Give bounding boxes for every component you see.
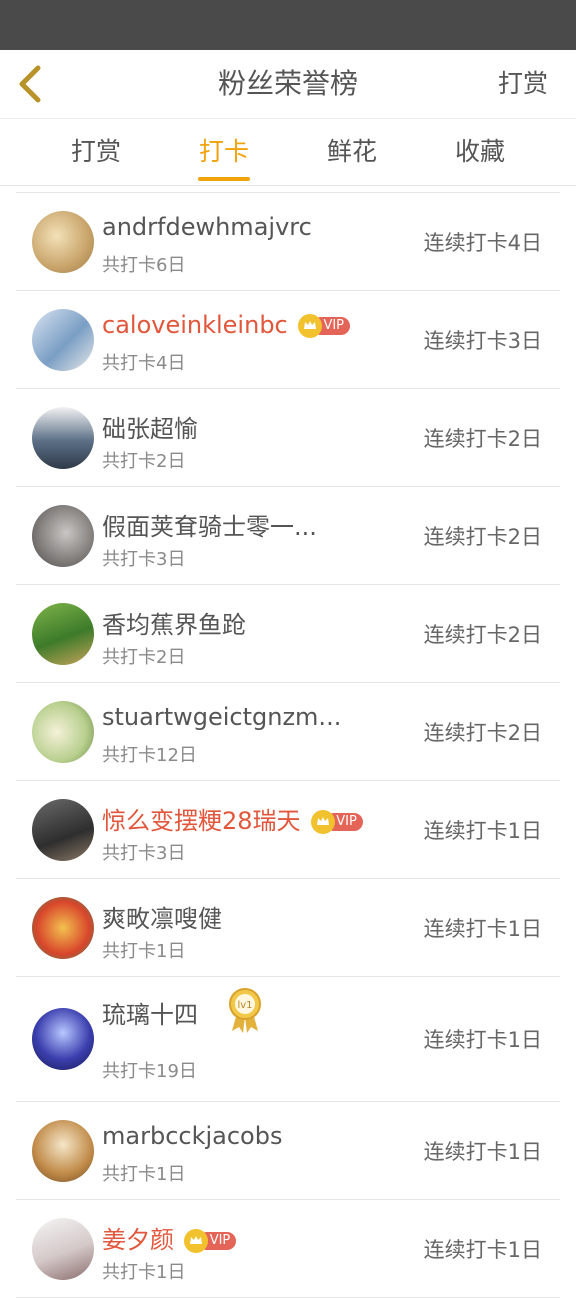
avatar[interactable] [32, 308, 94, 371]
avatar[interactable] [32, 1008, 94, 1070]
list-item[interactable]: 假面荚耷骑士零一... 共打卡3日 连续打卡2日 [16, 487, 560, 585]
total-checkin-days: 共打卡2日 [102, 647, 186, 668]
tab-active-indicator [198, 177, 250, 181]
total-checkin-days: 共打卡4日 [102, 353, 186, 374]
level-medal-icon: lv1 [228, 987, 262, 1033]
avatar[interactable] [32, 1119, 94, 1182]
avatar[interactable] [32, 700, 94, 763]
user-name: 爽畋凛嗖健 [102, 899, 222, 934]
tab-checkin[interactable]: 打卡 [174, 119, 274, 185]
reward-button[interactable]: 打赏 [498, 50, 548, 118]
vip-badge: VIP [184, 1229, 236, 1253]
list-item[interactable]: 姜夕颜 VIP 共打卡1日 连续打卡1日 [16, 1200, 560, 1298]
avatar[interactable] [32, 602, 94, 665]
user-name-text: caloveinkleinbc [102, 311, 288, 339]
user-name-text: 琉璃十四 [102, 1001, 198, 1029]
avatar[interactable] [32, 210, 94, 273]
streak-days: 连续打卡1日 [423, 916, 542, 941]
streak-days: 连续打卡2日 [423, 426, 542, 451]
checkin-ranking-list: andrfdewhmajvrc 共打卡6日 连续打卡4日 caloveinkleinb… [16, 192, 560, 1298]
tab-reward[interactable]: 打赏 [46, 119, 146, 185]
streak-days: 连续打卡1日 [423, 818, 542, 843]
medal-level-label: lv1 [237, 1000, 252, 1011]
total-checkin-days: 共打卡6日 [102, 255, 186, 276]
avatar[interactable] [32, 1217, 94, 1280]
list-item[interactable]: marbcckjacobs 共打卡1日 连续打卡1日 [16, 1102, 560, 1200]
user-name-text: 爽畋凛嗖健 [102, 905, 222, 933]
streak-days: 连续打卡2日 [423, 622, 542, 647]
list-item[interactable]: caloveinkleinbc VIP 共打卡4日 连续打卡3日 [16, 291, 560, 389]
streak-days: 连续打卡2日 [423, 720, 542, 745]
streak-days: 连续打卡3日 [423, 328, 542, 353]
total-checkin-days: 共打卡2日 [102, 451, 186, 472]
total-checkin-days: 共打卡19日 [102, 1061, 197, 1082]
list-item[interactable]: 香均蕉界鱼跄共打卡2日 连续打卡2日 [16, 585, 560, 683]
user-name-text: 假面荚耷骑士零一... [102, 513, 317, 541]
user-name: 香均蕉界鱼跄 [102, 605, 246, 640]
tab-flowers[interactable]: 鲜花 [302, 119, 402, 185]
vip-badge: VIP [310, 810, 363, 834]
user-name: 础张超愉 [102, 409, 198, 444]
nav-bar: 粉丝荣誉榜 打赏 [0, 50, 576, 119]
streak-days: 连续打卡1日 [423, 1139, 542, 1164]
user-name-text: andrfdewhmajvrc [102, 213, 312, 241]
total-checkin-days: 共打卡1日 [102, 1262, 186, 1283]
page-title: 粉丝荣誉榜 [217, 67, 358, 100]
total-checkin-days: 共打卡3日 [102, 549, 186, 570]
user-name: caloveinkleinbc VIP [102, 311, 350, 339]
crown-icon [310, 810, 335, 834]
status-bar [0, 0, 576, 50]
user-name-text: marbcckjacobs [102, 1122, 283, 1150]
avatar[interactable] [32, 798, 94, 861]
vip-badge: VIP [297, 314, 350, 338]
list-item[interactable]: 惊么变摆粳28瑞天 VIP 共打卡3日 连续打卡1日 [16, 781, 560, 879]
user-name-text: 惊么变摆粳28瑞天 [102, 807, 301, 835]
streak-days: 连续打卡2日 [423, 524, 542, 549]
tab-label: 收藏 [454, 137, 505, 166]
user-name-text: 础张超愉 [102, 415, 198, 443]
tab-bar: 打赏 打卡 鲜花 收藏 [0, 119, 576, 186]
user-name: marbcckjacobs [102, 1122, 282, 1150]
user-name-text: 姜夕颜 [102, 1226, 174, 1254]
crown-icon [184, 1229, 208, 1253]
avatar[interactable] [32, 504, 94, 567]
list-item[interactable]: 础张超愉共打卡2日 连续打卡2日 [16, 389, 560, 487]
crown-icon [297, 314, 322, 338]
user-name-text: 香均蕉界鱼跄 [102, 611, 246, 639]
user-name: 惊么变摆粳28瑞天 VIP [102, 801, 363, 836]
user-name: stuartwgeictgnzm... [102, 703, 341, 731]
total-checkin-days: 共打卡3日 [102, 843, 186, 864]
tab-favorites[interactable]: 收藏 [430, 119, 530, 185]
avatar[interactable] [32, 406, 94, 469]
tab-label: 鲜花 [326, 137, 377, 166]
list-item[interactable]: 爽畋凛嗖健共打卡1日 连续打卡1日 [16, 879, 560, 977]
list-item[interactable]: stuartwgeictgnzm... 共打卡12日 连续打卡2日 [16, 683, 560, 781]
list-item[interactable]: 琉璃十四 lv1 共打卡19日 连续打卡1日 [16, 977, 560, 1102]
user-name: andrfdewhmajvrc [102, 213, 312, 241]
streak-days: 连续打卡1日 [423, 1028, 542, 1052]
total-checkin-days: 共打卡12日 [102, 745, 197, 766]
tab-label: 打卡 [198, 137, 249, 166]
streak-days: 连续打卡1日 [423, 1237, 542, 1262]
user-name: 假面荚耷骑士零一... [102, 507, 317, 542]
user-name: 琉璃十四 [102, 995, 198, 1030]
streak-days: 连续打卡4日 [423, 230, 542, 255]
tab-label: 打赏 [70, 137, 121, 166]
user-name-text: stuartwgeictgnzm... [102, 703, 342, 731]
total-checkin-days: 共打卡1日 [102, 941, 186, 962]
list-item[interactable]: andrfdewhmajvrc 共打卡6日 连续打卡4日 [16, 193, 560, 291]
avatar[interactable] [32, 896, 94, 959]
total-checkin-days: 共打卡1日 [102, 1164, 186, 1185]
user-name: 姜夕颜 VIP [102, 1220, 236, 1255]
